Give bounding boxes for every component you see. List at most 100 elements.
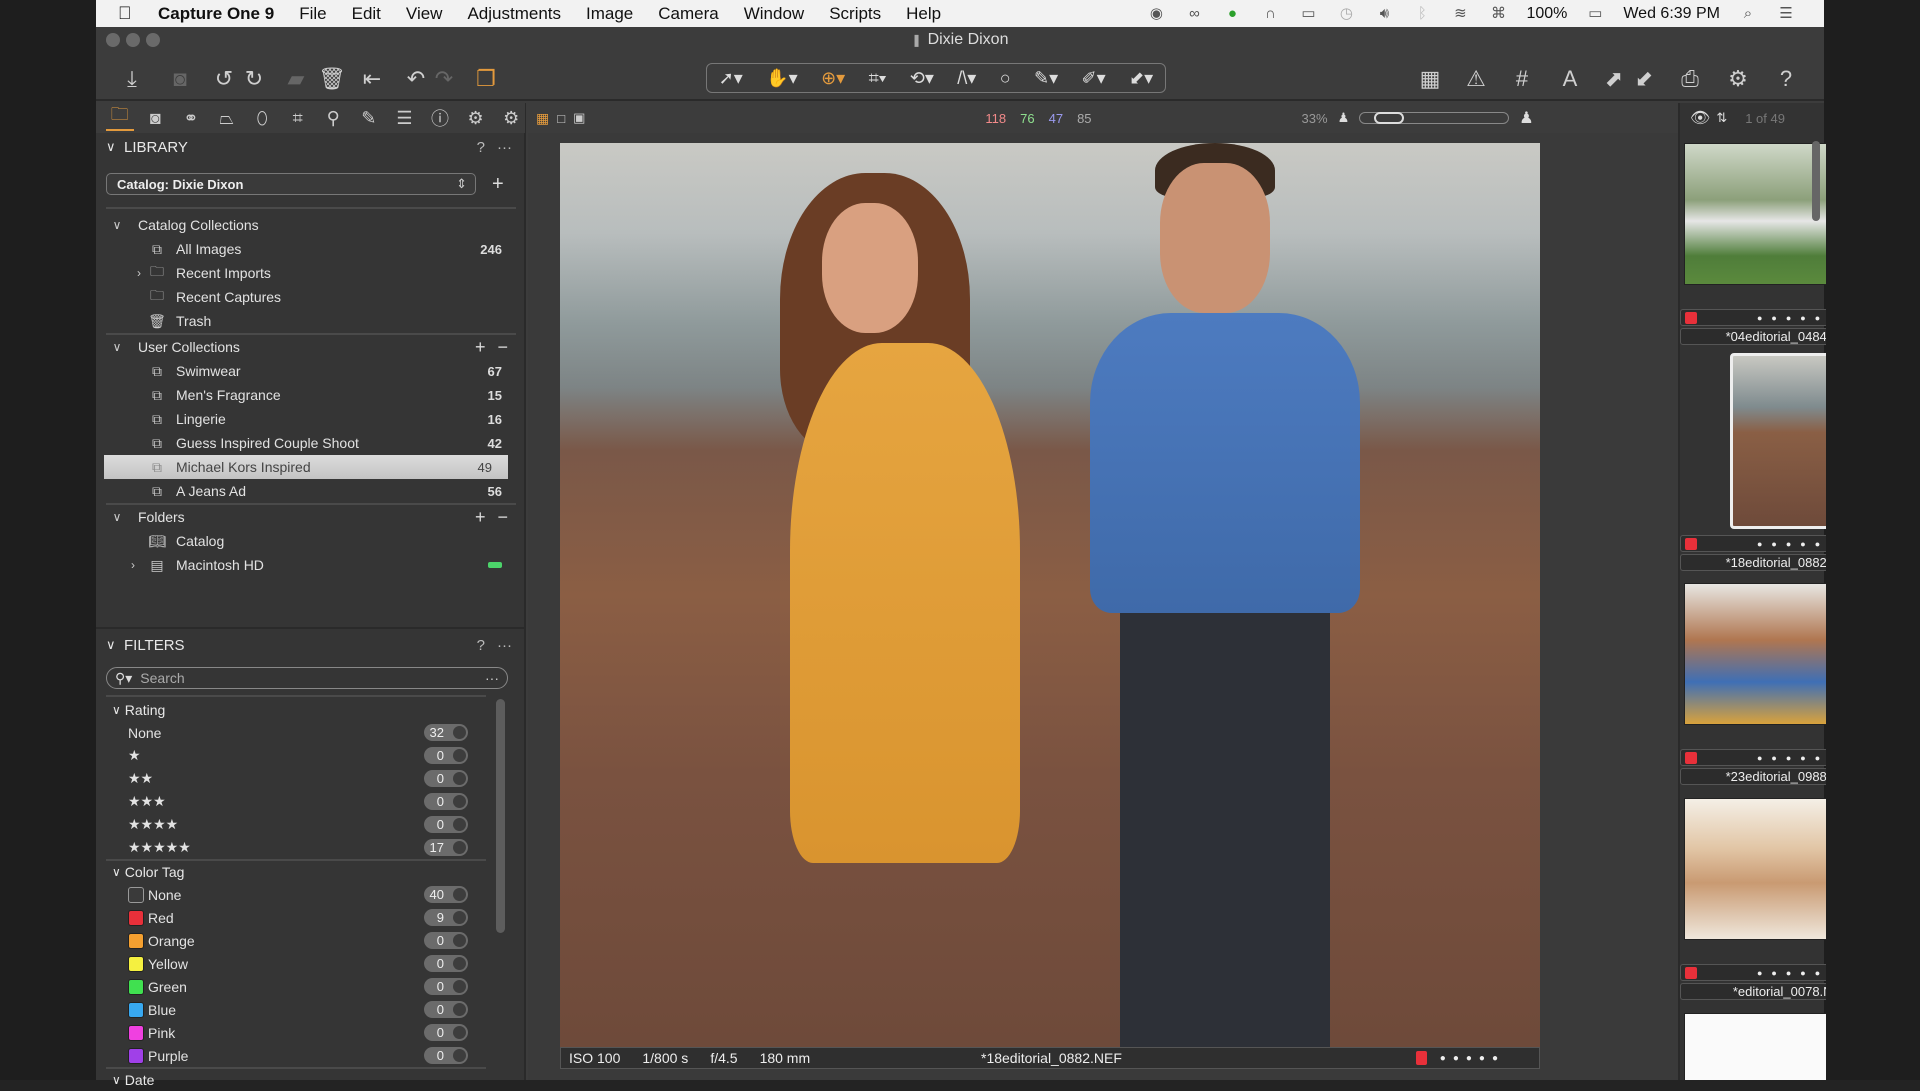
remove-collection-button[interactable]: − (497, 337, 508, 358)
color-tag-red[interactable] (1685, 311, 1697, 324)
tab-metadata[interactable]: ⓘ (426, 105, 454, 131)
close-button[interactable] (106, 33, 120, 47)
battery-icon[interactable]: ▭ (1585, 5, 1605, 23)
chevron-right-icon[interactable]: › (132, 266, 146, 280)
color-tag-red[interactable] (1685, 537, 1697, 550)
multi-view-icon[interactable]: ▦ (536, 110, 549, 127)
collection-lingerie[interactable]: ⧉ Lingerie 16 (96, 407, 526, 431)
filter-color-yellow[interactable]: Yellow 0 (96, 952, 496, 975)
tab-batch[interactable]: ⚙ (497, 105, 525, 131)
filter-count-toggle[interactable]: 0 (424, 955, 468, 972)
more-icon[interactable]: ··· (497, 139, 512, 156)
filter-color-red[interactable]: Red 9 (96, 906, 496, 929)
tab-adjustments[interactable]: ☰ (391, 105, 419, 131)
tab-color[interactable]: ⚭ (177, 105, 205, 131)
filter-count-toggle[interactable]: 40 (424, 886, 468, 903)
collection-recent-captures[interactable]: 🗀 Recent Captures (96, 285, 526, 309)
reset-icon[interactable]: ⇤ (358, 65, 386, 93)
filter-count-toggle[interactable]: 9 (424, 909, 468, 926)
trash-icon[interactable]: 🗑︎ (318, 65, 346, 93)
keystone-icon[interactable]: /\▾ (957, 68, 976, 89)
filter-count-toggle[interactable]: 0 (424, 1024, 468, 1041)
filter-count-toggle[interactable]: 0 (424, 1001, 468, 1018)
thumbnail-image[interactable] (1684, 583, 1826, 725)
filter-group-rating[interactable]: ∨ Rating (96, 699, 496, 721)
move-to-folder-icon[interactable]: ▰ (282, 65, 310, 93)
add-folder-button[interactable]: + (475, 507, 486, 528)
tab-composition[interactable]: ⌗ (284, 105, 312, 131)
picker-icon[interactable]: ✐▾ (1082, 68, 1106, 89)
add-collection-button[interactable]: + (475, 337, 486, 358)
filter-rating-2[interactable]: ★★ 0 (96, 767, 496, 790)
tab-lens[interactable]: ⬯ (248, 105, 276, 131)
menu-image[interactable]: Image (586, 4, 633, 24)
rating-dots[interactable]: ●●●●● (1757, 968, 1826, 978)
zoom-button[interactable] (146, 33, 160, 47)
filter-count-toggle[interactable]: 0 (424, 770, 468, 787)
wifi-icon[interactable]: ≋ (1450, 5, 1470, 23)
menu-app-name[interactable]: Capture One 9 (158, 4, 274, 24)
filter-count-toggle[interactable]: 0 (424, 793, 468, 810)
more-icon[interactable]: ··· (485, 670, 499, 686)
filter-rating-4[interactable]: ★★★★ 0 (96, 813, 496, 836)
collection-swimwear[interactable]: ⧉ Swimwear 67 (96, 359, 526, 383)
thumbnail-image[interactable] (1684, 798, 1826, 940)
print-icon[interactable]: ⎙ (1676, 65, 1704, 93)
tab-local-adjustments[interactable]: ✎ (355, 105, 383, 131)
capture-icon[interactable]: ◙ (166, 65, 194, 93)
filter-rating-none[interactable]: None 32 (96, 721, 496, 744)
collection-all-images[interactable]: ⧉ All Images 246 (96, 237, 526, 261)
filter-rating-5[interactable]: ★★★★★ 17 (96, 836, 496, 859)
filter-color-none[interactable]: None 40 (96, 883, 496, 906)
filter-count-toggle[interactable]: 17 (424, 839, 468, 856)
notification-center-icon[interactable]: ☰ (1776, 5, 1796, 23)
redo-icon[interactable]: ↷ (430, 65, 458, 93)
collection-recent-imports[interactable]: › 🗀 Recent Imports (96, 261, 526, 285)
filters-header[interactable]: ∨ FILTERS ? ··· (96, 633, 526, 657)
menu-edit[interactable]: Edit (352, 4, 381, 24)
zoom-icon[interactable]: ⊕▾ (821, 68, 845, 89)
time-machine-icon[interactable]: ◷ (1336, 5, 1356, 23)
collection-mens-fragrance[interactable]: ⧉ Men's Fragrance 15 (96, 383, 526, 407)
filters-scrollbar[interactable] (496, 699, 505, 933)
proof-view-icon[interactable]: ▣ (573, 110, 585, 126)
menu-scripts[interactable]: Scripts (829, 4, 881, 24)
filter-count-toggle[interactable]: 0 (424, 932, 468, 949)
rotate-right-icon[interactable]: ↻ (240, 65, 268, 93)
keyboard-icon[interactable]: ⌘ (1488, 5, 1508, 23)
filter-color-pink[interactable]: Pink 0 (96, 1021, 496, 1044)
tab-capture[interactable]: ◙ (142, 105, 170, 131)
grid-icon[interactable]: ▦ (1416, 65, 1444, 93)
single-view-icon[interactable]: □ (557, 111, 565, 126)
filter-rating-3[interactable]: ★★★ 0 (96, 790, 496, 813)
filter-color-blue[interactable]: Blue 0 (96, 998, 496, 1021)
display-icon[interactable]: ▭ (1298, 5, 1318, 23)
help-icon[interactable]: ? (477, 637, 485, 654)
crop-icon[interactable]: ⌗▾ (869, 68, 887, 89)
headphones-icon[interactable]: ∩ (1260, 5, 1280, 23)
text-icon[interactable]: A (1556, 65, 1584, 93)
settings-icon[interactable]: ⚙ (1724, 65, 1752, 93)
add-catalog-button[interactable]: + (492, 173, 504, 196)
menu-camera[interactable]: Camera (658, 4, 718, 24)
filter-color-green[interactable]: Green 0 (96, 975, 496, 998)
group-user-collections[interactable]: ∨ User Collections + − (96, 335, 526, 359)
menu-file[interactable]: File (299, 4, 326, 24)
color-tag-red[interactable] (1685, 966, 1697, 979)
help-icon[interactable]: ? (477, 139, 485, 156)
exposure-warning-icon[interactable]: ⚠ (1462, 65, 1490, 93)
menu-window[interactable]: Window (744, 4, 804, 24)
thumbnail-image[interactable] (1684, 1013, 1826, 1080)
rotate-icon[interactable]: ⟲▾ (910, 68, 934, 89)
filter-group-color-tag[interactable]: ∨ Color Tag (96, 861, 496, 883)
thumbnail-image[interactable] (1730, 353, 1826, 529)
apply-adjustments-icon[interactable]: ⬋▾ (1129, 68, 1153, 89)
filter-color-purple[interactable]: Purple 0 (96, 1044, 496, 1067)
rotate-left-icon[interactable]: ↺ (210, 65, 238, 93)
paste-adjustments-icon[interactable]: ⬋ (1630, 65, 1658, 93)
collection-trash[interactable]: 🗑︎ Trash (96, 309, 526, 333)
rating-dots[interactable]: ●●●●● (1440, 1053, 1505, 1064)
person-small-icon[interactable]: ♟ (1338, 110, 1350, 126)
main-photo[interactable] (560, 143, 1540, 1047)
evernote-icon[interactable]: ● (1222, 5, 1242, 23)
